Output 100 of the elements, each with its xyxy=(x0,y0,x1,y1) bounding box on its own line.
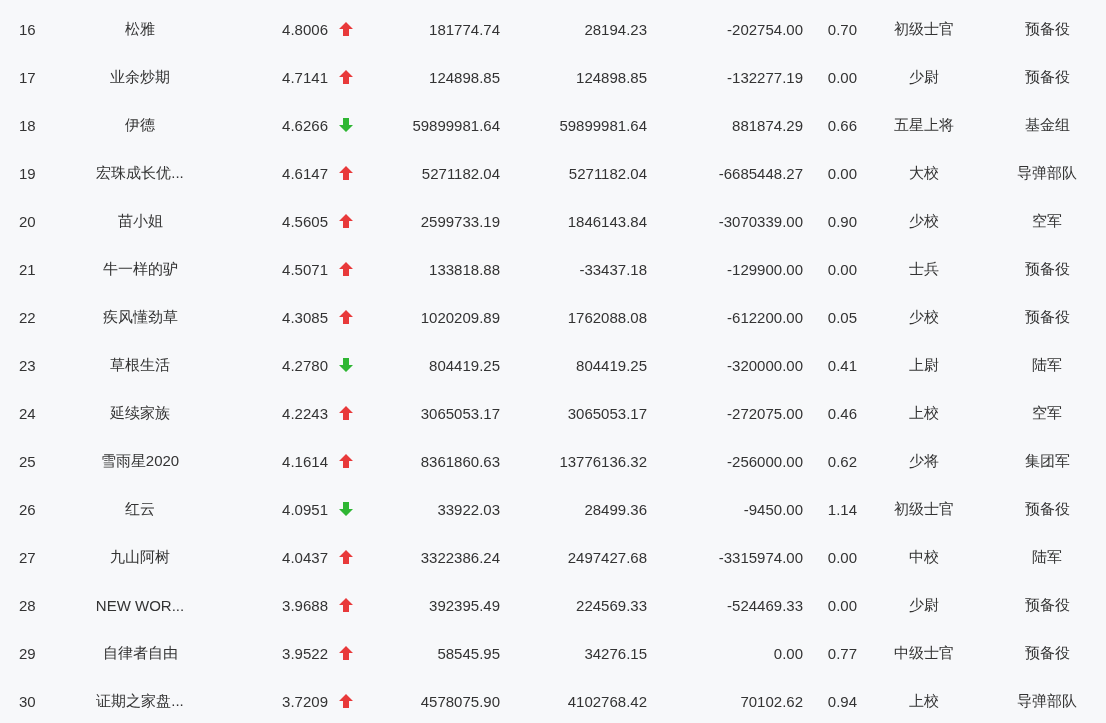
name-cell: 自律者自由 xyxy=(102,643,178,663)
table-cell: 224569.33 xyxy=(576,596,647,614)
table-cell: 4102768.42 xyxy=(567,692,647,710)
rank-title-cell: 大校 xyxy=(909,163,939,183)
rank-cell-text: 23 xyxy=(18,356,36,374)
rank-title-cell: 少将 xyxy=(909,451,939,471)
name-cell: 证期之家盘... xyxy=(96,691,184,711)
score-cell: 4.1614 xyxy=(282,452,328,470)
rank-cell-text: 18 xyxy=(18,116,36,134)
score-cell: 4.7141 xyxy=(282,68,328,86)
table-cell: 0.94 xyxy=(827,692,857,710)
table-cell: 1.14 xyxy=(827,500,857,518)
group-cell: 空军 xyxy=(1032,403,1062,423)
table-cell: 124898.85 xyxy=(576,68,647,86)
score-cell: 4.6147 xyxy=(282,164,328,182)
group-cell: 导弹部队 xyxy=(1017,163,1077,183)
table-cell: -3070339.00 xyxy=(718,212,803,230)
table-cell: -9450.00 xyxy=(743,500,803,518)
name-cell: 伊德 xyxy=(125,115,155,135)
table-cell: 4578075.90 xyxy=(420,692,500,710)
table-cell: 28499.36 xyxy=(584,500,647,518)
rank-title-cell: 少校 xyxy=(909,211,939,231)
score-cell: 4.0951 xyxy=(282,500,328,518)
table-cell: 33922.03 xyxy=(437,500,500,518)
name-cell: 业余炒期 xyxy=(110,67,170,87)
table-cell: 124898.85 xyxy=(429,68,500,86)
table-cell: 0.70 xyxy=(827,20,857,38)
table-cell: 59899981.64 xyxy=(412,116,500,134)
group-cell: 预备役 xyxy=(1024,643,1070,663)
table-cell: -129900.00 xyxy=(727,260,803,278)
score-cell: 4.2243 xyxy=(282,404,328,422)
rank-cell-text: 16 xyxy=(18,20,36,38)
rank-cell-text: 29 xyxy=(18,644,36,662)
down-arrow-icon xyxy=(339,358,353,372)
up-arrow-icon xyxy=(339,214,353,228)
up-arrow-icon xyxy=(339,694,353,708)
group-cell: 空军 xyxy=(1032,211,1062,231)
table-cell: 3065053.17 xyxy=(567,404,647,422)
name-cell: 宏珠成长优... xyxy=(96,163,184,183)
name-cell: 苗小姐 xyxy=(117,211,163,231)
table-cell: -320000.00 xyxy=(727,356,803,374)
name-cell: 牛一样的驴 xyxy=(102,259,178,279)
table-cell: 0.62 xyxy=(827,452,857,470)
score-cell: 3.9522 xyxy=(282,644,328,662)
up-arrow-icon xyxy=(339,550,353,564)
group-cell: 预备役 xyxy=(1024,499,1070,519)
group-cell: 集团军 xyxy=(1024,451,1070,471)
up-arrow-icon xyxy=(339,454,353,468)
name-cell: 红云 xyxy=(125,499,155,519)
name-cell: 草根生活 xyxy=(110,355,170,375)
table-cell: 804419.25 xyxy=(429,356,500,374)
rank-title-cell: 初级士官 xyxy=(894,19,954,39)
rank-title-cell: 初级士官 xyxy=(894,499,954,519)
group-cell: 预备役 xyxy=(1024,67,1070,87)
rank-title-cell: 中级士官 xyxy=(894,643,954,663)
table-cell: 804419.25 xyxy=(576,356,647,374)
group-cell: 导弹部队 xyxy=(1017,691,1077,711)
name-cell: NEW WOR... xyxy=(95,596,185,614)
table-cell: 133818.88 xyxy=(429,260,500,278)
score-cell: 4.8006 xyxy=(282,20,328,38)
rank-cell-text: 27 xyxy=(18,548,36,566)
group-cell: 陆军 xyxy=(1032,355,1062,375)
table-cell: 0.00 xyxy=(827,548,857,566)
score-cell: 4.5071 xyxy=(282,260,328,278)
group-cell: 预备役 xyxy=(1024,259,1070,279)
table-cell: 0.77 xyxy=(827,644,857,662)
table-cell: 70102.62 xyxy=(740,692,803,710)
table-cell: 0.46 xyxy=(827,404,857,422)
table-cell: 0.41 xyxy=(827,356,857,374)
score-cell: 4.2780 xyxy=(282,356,328,374)
score-cell: 4.3085 xyxy=(282,308,328,326)
rank-cell-text: 26 xyxy=(18,500,36,518)
rank-cell-text: 24 xyxy=(18,404,36,422)
table-cell: 1020209.89 xyxy=(420,308,500,326)
table-cell: -3315974.00 xyxy=(718,548,803,566)
group-cell: 预备役 xyxy=(1024,307,1070,327)
rank-cell-text: 28 xyxy=(18,596,36,614)
up-arrow-icon xyxy=(339,166,353,180)
table-cell: -612200.00 xyxy=(727,308,803,326)
score-cell: 4.6266 xyxy=(282,116,328,134)
table-cell: 0.00 xyxy=(827,596,857,614)
table-cell: -132277.19 xyxy=(727,68,803,86)
rank-title-cell: 五星上将 xyxy=(894,115,954,135)
rank-title-cell: 中校 xyxy=(909,547,939,567)
up-arrow-icon xyxy=(339,22,353,36)
table-cell: 28194.23 xyxy=(584,20,647,38)
table-cell: 0.00 xyxy=(827,68,857,86)
group-cell: 预备役 xyxy=(1024,19,1070,39)
rank-cell-text: 21 xyxy=(18,260,36,278)
table-cell: 3065053.17 xyxy=(420,404,500,422)
table-cell: 2599733.19 xyxy=(420,212,500,230)
name-cell: 松雅 xyxy=(125,19,155,39)
table-cell: 0.00 xyxy=(827,260,857,278)
table-cell: 8361860.63 xyxy=(420,452,500,470)
table-cell: 0.05 xyxy=(827,308,857,326)
name-cell: 雪雨星2020 xyxy=(100,451,180,471)
up-arrow-icon xyxy=(339,70,353,84)
rank-title-cell: 少校 xyxy=(909,307,939,327)
table-cell: 1846143.84 xyxy=(567,212,647,230)
down-arrow-icon xyxy=(339,118,353,132)
